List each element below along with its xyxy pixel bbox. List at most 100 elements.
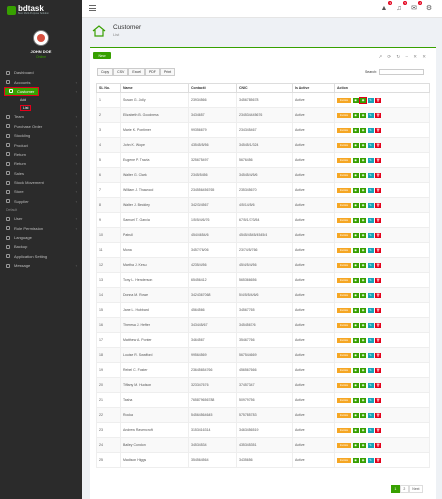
edit-button[interactable]: ✎ <box>367 322 374 328</box>
invoice-button[interactable]: Invoice <box>337 112 351 118</box>
pdf-button[interactable]: PDF <box>144 68 160 76</box>
invoice-button[interactable]: Invoice <box>337 232 351 238</box>
sidebar-item-application-setting[interactable]: Application Setting <box>0 252 82 261</box>
sidebar-item-store[interactable]: Store ‹ <box>0 187 82 196</box>
eye-icon[interactable]: ◉ <box>360 427 366 433</box>
eye-icon[interactable]: ◉ <box>358 96 368 104</box>
sidebar-item-team[interactable]: Team ‹ <box>0 112 82 121</box>
edit-button[interactable]: ✎ <box>367 262 374 268</box>
edit-button[interactable]: ✎ <box>367 292 374 298</box>
page-1-button[interactable]: 1 <box>390 485 400 493</box>
view-button[interactable]: ◉ <box>352 172 359 178</box>
edit-button[interactable]: ✎ <box>367 232 374 238</box>
view-button[interactable]: ◉ <box>352 307 359 313</box>
sidebar-item-return-1[interactable]: Return ‹ <box>0 150 82 159</box>
edit-button[interactable]: ✎ <box>367 397 374 403</box>
eye-icon[interactable]: ◉ <box>360 112 366 118</box>
eye-icon[interactable]: ◉ <box>360 307 366 313</box>
sidebar-item-accounts[interactable]: Accounts ‹ <box>0 77 82 86</box>
view-button[interactable]: ◉ <box>352 217 359 223</box>
delete-button[interactable]: 🗑 <box>375 337 381 343</box>
gear-icon[interactable]: ⚙ <box>424 3 434 13</box>
view-button[interactable]: ◉ <box>352 442 359 448</box>
sidebar-item-customer[interactable]: Customer ‹ <box>0 86 82 96</box>
view-button[interactable]: ◉ <box>352 157 359 163</box>
view-button[interactable]: ◉ <box>352 337 359 343</box>
sidebar-item-return-2[interactable]: Return ‹ <box>0 159 82 168</box>
view-button[interactable]: ◉ <box>352 427 359 433</box>
view-button[interactable]: ◉ <box>352 352 359 358</box>
delete-button[interactable]: 🗑 <box>375 277 381 283</box>
delete-button[interactable]: 🗑 <box>375 127 381 133</box>
edit-button[interactable]: ✎ <box>367 337 374 343</box>
sidebar-item-user[interactable]: User ‹ <box>0 214 82 223</box>
invoice-button[interactable]: Invoice <box>337 292 351 298</box>
eye-icon[interactable]: ◉ <box>360 172 366 178</box>
invoice-button[interactable]: Invoice <box>337 337 351 343</box>
invoice-button[interactable]: Invoice <box>337 172 351 178</box>
eye-icon[interactable]: ◉ <box>360 382 366 388</box>
view-button[interactable]: ◉ <box>352 112 359 118</box>
invoice-button[interactable]: Invoice <box>337 157 351 163</box>
brand-logo[interactable]: bdtask Best Multi-Purpose Solution <box>0 0 82 20</box>
edit-button[interactable]: ✎ <box>367 382 374 388</box>
delete-button[interactable]: 🗑 <box>375 322 381 328</box>
copy-button[interactable]: Copy <box>97 68 114 76</box>
sidebar-item-product[interactable]: Product ‹ <box>0 140 82 149</box>
view-button[interactable]: ◉ <box>352 397 359 403</box>
eye-icon[interactable]: ◉ <box>360 412 366 418</box>
edit-button[interactable]: ✎ <box>367 142 374 148</box>
new-customer-button[interactable]: New <box>93 52 111 59</box>
view-button[interactable]: ◉ <box>352 97 359 103</box>
invoice-button[interactable]: Invoice <box>337 127 351 133</box>
invoice-button[interactable]: Invoice <box>337 97 351 103</box>
eye-icon[interactable]: ◉ <box>360 337 366 343</box>
edit-button[interactable]: ✎ <box>367 157 374 163</box>
delete-button[interactable]: 🗑 <box>375 187 381 193</box>
edit-button[interactable]: ✎ <box>367 97 374 103</box>
edit-button[interactable]: ✎ <box>367 187 374 193</box>
delete-button[interactable]: 🗑 <box>375 442 381 448</box>
view-button[interactable]: ◉ <box>352 322 359 328</box>
sidebar-item-message[interactable]: Message ‹ <box>0 261 82 270</box>
eye-icon[interactable]: ◉ <box>360 457 366 463</box>
eye-icon[interactable]: ◉ <box>360 127 366 133</box>
eye-icon[interactable]: ◉ <box>360 352 366 358</box>
sidebar-item-stock-movement[interactable]: Stock Movement ‹ <box>0 178 82 187</box>
invoice-button[interactable]: Invoice <box>337 442 351 448</box>
sidebar-item-purchase-order[interactable]: Purchase Order ‹ <box>0 122 82 131</box>
invoice-button[interactable]: Invoice <box>337 217 351 223</box>
delete-button[interactable]: 🗑 <box>375 427 381 433</box>
delete-button[interactable]: 🗑 <box>375 307 381 313</box>
eye-icon[interactable]: ◉ <box>360 157 366 163</box>
eye-icon[interactable]: ◉ <box>360 142 366 148</box>
invoice-button[interactable]: Invoice <box>337 412 351 418</box>
edit-button[interactable]: ✎ <box>367 307 374 313</box>
mail-icon[interactable]: ✉ 2 <box>409 1 422 13</box>
eye-icon[interactable]: ◉ <box>360 187 366 193</box>
edit-button[interactable]: ✎ <box>367 457 374 463</box>
sidebar-item-backup[interactable]: Backup <box>0 242 82 251</box>
delete-button[interactable]: 🗑 <box>375 172 381 178</box>
column-header-is-active[interactable]: Is Active <box>292 83 335 93</box>
delete-button[interactable]: 🗑 <box>375 382 381 388</box>
invoice-button[interactable]: Invoice <box>337 307 351 313</box>
panel-tools[interactable]: ↗ ⟳ ↻ – ✕ ✕ <box>378 54 428 60</box>
eye-icon[interactable]: ◉ <box>360 247 366 253</box>
invoice-button[interactable]: Invoice <box>337 457 351 463</box>
edit-button[interactable]: ✎ <box>367 247 374 253</box>
edit-button[interactable]: ✎ <box>367 277 374 283</box>
invoice-button[interactable]: Invoice <box>337 427 351 433</box>
delete-button[interactable]: 🗑 <box>375 292 381 298</box>
column-header-cnic[interactable]: CNIC <box>236 83 293 93</box>
eye-icon[interactable]: ◉ <box>360 442 366 448</box>
view-button[interactable]: ◉ <box>352 277 359 283</box>
edit-button[interactable]: ✎ <box>367 427 374 433</box>
sidebar-item-supplier[interactable]: Supplier ‹ <box>0 197 82 206</box>
delete-button[interactable]: 🗑 <box>375 217 381 223</box>
delete-button[interactable]: 🗑 <box>375 97 381 103</box>
invoice-button[interactable]: Invoice <box>337 247 351 253</box>
eye-icon[interactable]: ◉ <box>360 292 366 298</box>
invoice-button[interactable]: Invoice <box>337 262 351 268</box>
view-button[interactable]: ◉ <box>352 127 359 133</box>
